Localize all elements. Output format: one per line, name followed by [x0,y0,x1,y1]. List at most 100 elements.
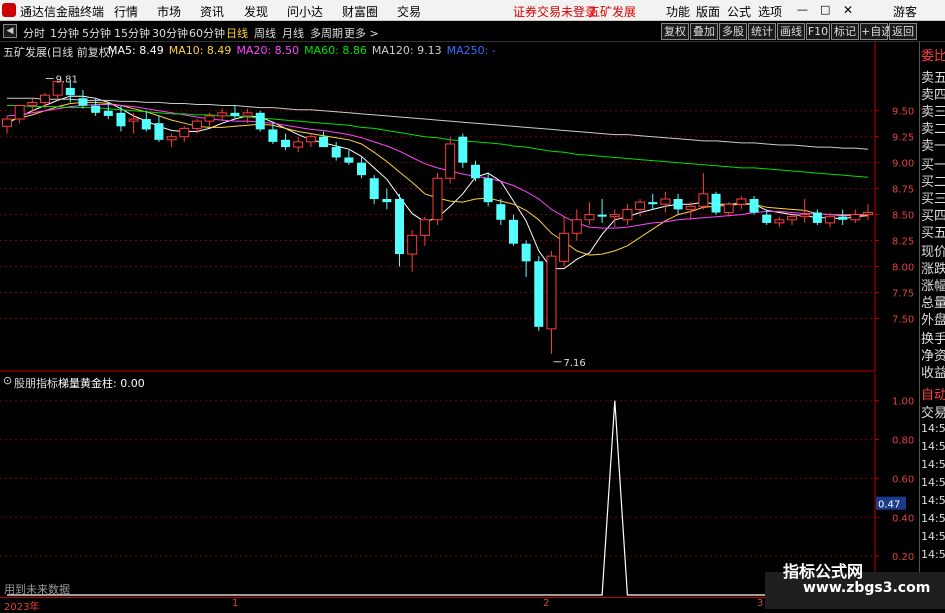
candle-body-down [458,136,468,163]
menu-hangqing[interactable]: 行情 [114,3,138,20]
minimize-icon[interactable]: — [797,3,808,16]
period-15min[interactable]: 15分钟 [114,25,150,41]
maximize-icon[interactable]: □ [820,3,830,16]
ma-legend-item: MA60: 8.86 [304,44,367,57]
login-warning[interactable]: 证券交易未登录 [513,3,597,20]
button-huaxian[interactable]: 画线 [777,23,805,40]
menu-zixun[interactable]: 资讯 [200,3,224,20]
candle-body-up [660,198,671,205]
candle-body-down [521,243,531,262]
period-more[interactable]: 更多 > [344,25,379,41]
candle-body-down [496,204,506,220]
candle-body-up [723,203,734,214]
button-back[interactable]: 返回 [889,23,917,40]
period-fenshi[interactable]: 分时 [23,25,45,41]
guest-label[interactable]: 游客 [893,3,917,20]
indicator-settings-icon[interactable]: ⊙ [3,374,12,387]
menu-caifuquan[interactable]: 财富圈 [342,3,378,20]
indicator-series-label: 梯量黄金柱: 0.00 [58,377,145,390]
menu-banmian[interactable]: 版面 [696,3,720,20]
indicator-tick-label: 1.00 [892,397,914,408]
ma-legend-item: MA20: 8.50 [236,44,300,57]
candle-body-down [597,214,607,217]
tab-trade[interactable]: 交易 [921,402,945,421]
candle-body-up [14,105,25,120]
candle-body-down [534,261,544,327]
candle-body-up [179,127,190,138]
x-label-month-3: 3 [757,598,764,609]
menu-gongneng[interactable]: 功能 [666,3,690,20]
period-toolbar: ◀ 分时 1分钟 5分钟 15分钟 30分钟 60分钟 日线 周线 月线 多周期… [0,22,945,42]
button-fuquan[interactable]: 复权 [661,23,689,40]
indicator-tick-label: 0.20 [892,552,914,563]
candle-body-down [230,112,240,116]
menu-wenxiaoda[interactable]: 问小达 [287,3,323,20]
indicator-tick-label: 0.60 [892,474,914,485]
button-diejia[interactable]: 叠加 [690,23,718,40]
ma-legend-item: MA120: 9.13 [371,44,442,57]
candle-body-up [546,255,557,330]
period-30min[interactable]: 30分钟 [152,25,188,41]
indicator-chart[interactable]: 1.00 0.80 0.60 0.40 0.20 0.47 [0,373,919,597]
candle-body-up [445,143,456,179]
candle-body-down [382,199,392,203]
menu-xuanxiang[interactable]: 选项 [758,3,782,20]
period-60min[interactable]: 60分钟 [189,25,225,41]
period-1min[interactable]: 1分钟 [50,25,79,41]
menu-faxian[interactable]: 发现 [244,3,268,20]
candle-body-up [242,112,253,117]
indicator-tick-label: 0.40 [892,513,914,524]
candle-body-up [128,118,139,122]
candle-body-down [483,178,493,203]
x-label-month-1: 1 [232,598,239,609]
indicator-panel[interactable]: 1.00 0.80 0.60 0.40 0.20 0.47 ⊙ 股朋指标 梯量黄金柱: 0… [0,373,919,597]
period-daily[interactable]: 日线 [226,25,248,41]
candle-body-down [65,87,75,96]
button-tongji[interactable]: 统计 [748,23,776,40]
candle-body-down [711,193,721,213]
button-biaoji[interactable]: 标记 [831,23,859,40]
tick-time: 14:56 [921,548,945,561]
candle-body-down [78,98,88,106]
button-add-watchlist[interactable]: +自选 [860,23,892,40]
ma-legend-item: MA250: - [446,44,496,57]
tab-auto[interactable]: 自动 [921,384,945,403]
quote-sidebar: 委比 卖五 卖四 卖三 卖二 卖一 买一 买二 买三 买四 买五 现价 涨跌 涨… [919,42,945,609]
candlestick-chart[interactable]: 9.50 9.25 9.00 8.75 8.50 8.25 8.00 7.75 7.50 9.81… [0,42,919,372]
candle-body-up [863,212,873,216]
tab-weibi[interactable]: 委比 [921,45,945,64]
candle-body-up [559,232,570,262]
menu-shichang[interactable]: 市场 [157,3,181,20]
candle-body-down [255,112,265,130]
period-multi[interactable]: 多周期 [310,25,343,41]
candle-body-down [268,129,278,142]
quote-sell1: 卖一 [921,139,945,154]
crosshair-value-label: 0.47 [878,500,900,511]
candle-body-up [609,214,620,218]
candle-body-down [648,202,658,205]
price-panel-title: 五矿发展(日线 前复权) [3,46,115,59]
ma-legend-item: MA10: 8.49 [168,44,232,57]
candle-body-up [825,216,836,224]
ma-legend: MA5: 8.49 MA10: 8.49 MA20: 8.50 MA60: 8.86 M… [108,44,501,57]
period-monthly[interactable]: 月线 [282,25,304,41]
watermark-url: www.zbgs3.com [803,580,931,596]
collapse-left-icon[interactable]: ◀ [3,24,17,38]
candle-body-down [812,212,822,223]
period-5min[interactable]: 5分钟 [82,25,111,41]
ma-line-ma120 [7,97,869,150]
button-f10[interactable]: F10 [806,23,830,40]
candle-body-up [635,201,646,210]
candle-body-down [91,105,101,113]
tick-time: 14:56 [921,476,945,489]
period-weekly[interactable]: 周线 [254,25,276,41]
menu-gongshi[interactable]: 公式 [727,3,751,20]
high-price-label: 9.81 [56,75,78,86]
app-title: 通达信金融终端 [20,5,105,19]
indicator-title[interactable]: 股朋指标 [14,375,58,391]
indicator-tick-label: 0.80 [892,436,914,447]
price-panel[interactable]: 9.50 9.25 9.00 8.75 8.50 8.25 8.00 7.75 7.50 9.81… [0,42,919,372]
menu-jiaoyi[interactable]: 交易 [397,3,421,20]
button-duogu[interactable]: 多股 [719,23,747,40]
close-icon[interactable]: ✕ [843,3,853,17]
